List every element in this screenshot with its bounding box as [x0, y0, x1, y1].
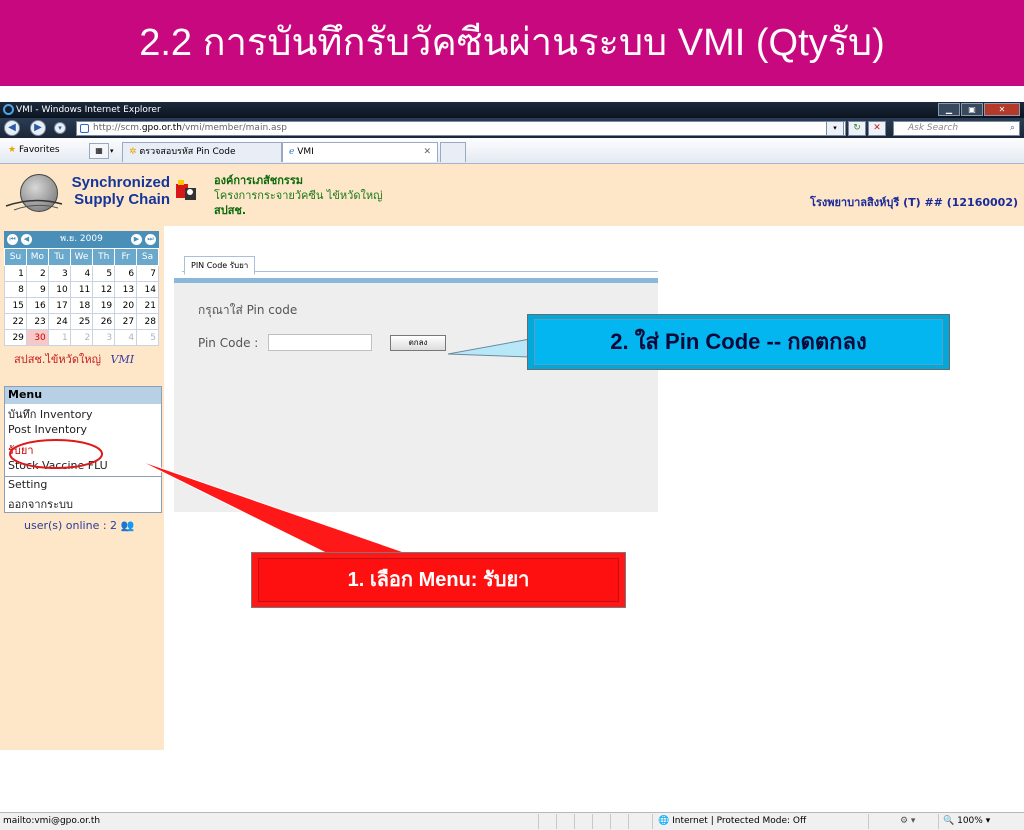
- zoom-dropdown-icon: ▾: [985, 816, 991, 826]
- highlight-ellipse: [9, 439, 103, 469]
- zoom-control[interactable]: 🔍 100% ▾: [943, 813, 990, 829]
- protected-mode-icon[interactable]: ⚙ ▾: [900, 813, 915, 829]
- status-divider: [652, 814, 653, 829]
- callout-step2-label: 2. ใส่ Pin Code -- กดตกลง: [534, 319, 943, 365]
- status-divider: [592, 814, 593, 829]
- callout-step2: 2. ใส่ Pin Code -- กดตกลง: [527, 314, 950, 370]
- status-divider: [628, 814, 629, 829]
- globe-icon: 🌐: [658, 816, 670, 826]
- status-divider: [610, 814, 611, 829]
- status-bar: mailto:vmi@gpo.or.th 🌐 Internet | Protec…: [0, 812, 1024, 830]
- callout-step1: 1. เลือก Menu: รับยา: [251, 552, 626, 608]
- status-link: mailto:vmi@gpo.or.th: [3, 816, 101, 826]
- zoom-level: 100%: [957, 816, 983, 826]
- status-divider: [538, 814, 539, 829]
- callout-step1-label: 1. เลือก Menu: รับยา: [258, 558, 619, 602]
- status-divider: [868, 814, 869, 829]
- status-divider: [574, 814, 575, 829]
- status-divider: [556, 814, 557, 829]
- zoom-icon: 🔍: [943, 816, 955, 826]
- callout2-pointer: [447, 338, 531, 358]
- status-divider: [938, 814, 939, 829]
- security-zone-label: Internet | Protected Mode: Off: [672, 816, 807, 826]
- callout1-pointer: [137, 459, 419, 558]
- annotation-overlay: [9, 338, 531, 558]
- security-zone[interactable]: 🌐 Internet | Protected Mode: Off: [658, 813, 806, 829]
